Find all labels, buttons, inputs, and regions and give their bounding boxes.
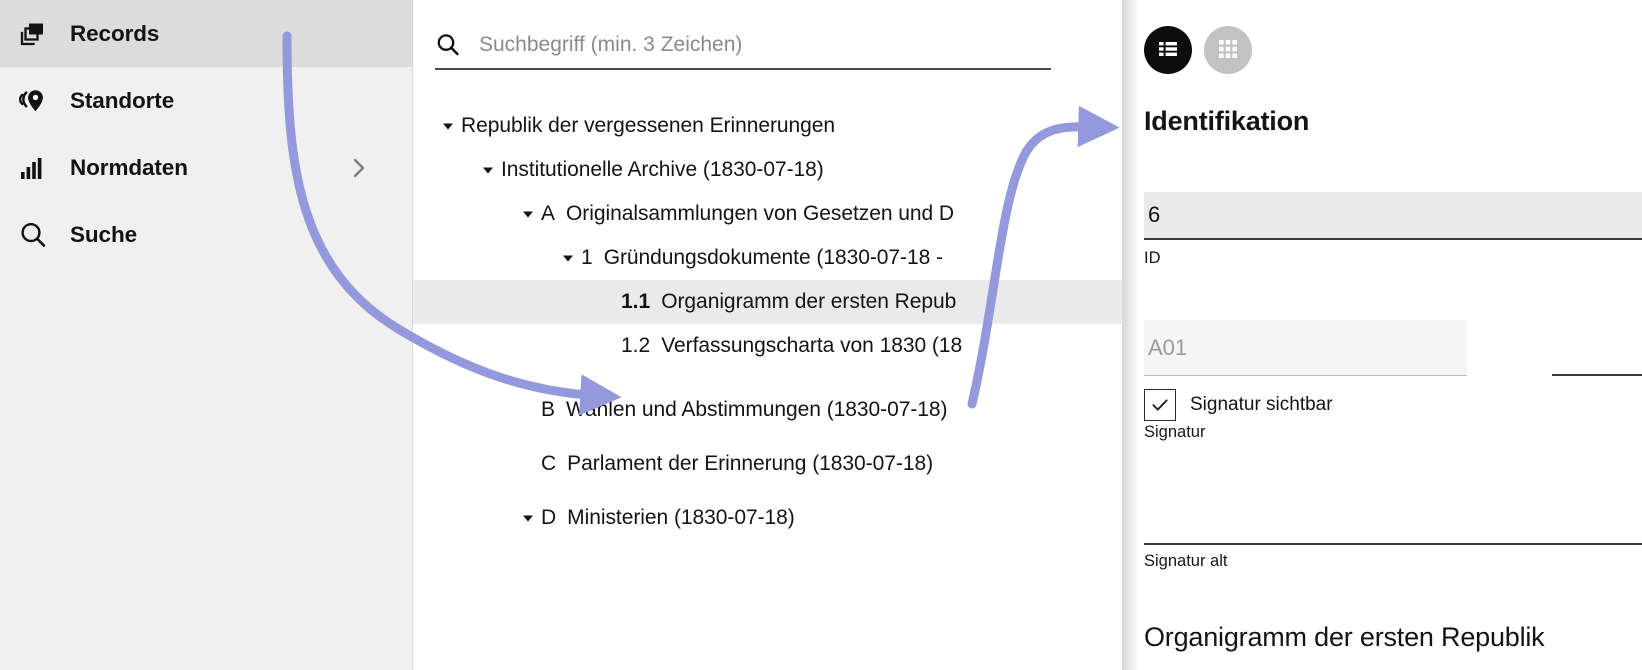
id-input[interactable]	[1144, 202, 1642, 228]
sidebar: Records Standorte Normdaten Suche	[0, 0, 413, 670]
signatur-alt-field-label: Signatur alt	[1144, 552, 1228, 570]
search-icon	[18, 220, 62, 250]
grid-icon	[1217, 38, 1239, 63]
tree-row-label: Wahlen und Abstimmungen (1830-07-18)	[566, 398, 948, 421]
tree-row-ref: 1	[581, 246, 593, 269]
checkbox-label: Signatur sichtbar	[1190, 394, 1333, 415]
record-tree: Republik der vergessenen Erinnerungen In…	[413, 104, 1122, 540]
tree-row[interactable]: Institutionelle Archive (1830-07-18)	[413, 148, 1122, 192]
id-field-label: ID	[1144, 249, 1161, 267]
tree-row-ref: C	[541, 452, 557, 475]
location-icon	[18, 87, 62, 115]
signatur-secondary-field[interactable]	[1552, 320, 1642, 376]
chevron-down-icon[interactable]	[555, 251, 581, 265]
search-icon	[435, 32, 469, 58]
tree-row[interactable]: Republik der vergessenen Erinnerungen	[413, 104, 1122, 148]
sidebar-item-label: Suche	[70, 221, 138, 247]
tree-row-ref: 1.1	[621, 290, 651, 313]
tree-row[interactable]: D Ministerien (1830-07-18)	[413, 496, 1122, 540]
sidebar-item-suche[interactable]: Suche	[0, 201, 412, 268]
view-toggle-group	[1144, 26, 1252, 74]
chevron-down-icon[interactable]	[515, 207, 541, 221]
tree-row-ref: A	[541, 202, 556, 225]
list-icon	[1156, 37, 1180, 64]
tree-row-label: Verfassungscharta von 1830 (18	[661, 334, 963, 357]
chevron-down-icon[interactable]	[475, 163, 501, 177]
tree-row[interactable]: 1.2 Verfassungscharta von 1830 (18	[413, 324, 1122, 368]
tree-row[interactable]: A Originalsammlungen von Gesetzen und D	[413, 192, 1122, 236]
sidebar-item-label: Records	[70, 20, 160, 46]
chevron-down-icon[interactable]	[435, 119, 461, 133]
list-view-button[interactable]	[1144, 26, 1192, 74]
tree-row-selected[interactable]: 1.1 Organigramm der ersten Repub	[413, 280, 1122, 324]
search-bar[interactable]	[435, 22, 1051, 70]
checkbox-checked-icon	[1144, 389, 1176, 421]
tree-row-ref: 1.2	[621, 334, 651, 357]
tree-panel: Republik der vergessenen Erinnerungen In…	[413, 0, 1122, 670]
record-title: Organigramm der ersten Republik	[1144, 622, 1545, 652]
panel-divider-shadow	[1122, 0, 1140, 670]
search-input[interactable]	[469, 25, 1051, 65]
sidebar-item-records[interactable]: Records	[0, 0, 412, 67]
tree-row-label: Organigramm der ersten Repub	[661, 290, 957, 313]
sidebar-item-label: Standorte	[70, 87, 175, 113]
sidebar-item-label: Normdaten	[70, 154, 188, 180]
signatur-field-label: Signatur	[1144, 423, 1206, 441]
tree-row-ref: D	[541, 506, 557, 529]
records-icon	[18, 20, 62, 48]
signatur-field[interactable]	[1144, 320, 1467, 376]
detail-panel: Identifikation ID Signatur sichtbar Sign…	[1122, 0, 1642, 670]
tree-row[interactable]: B Wahlen und Abstimmungen (1830-07-18)	[413, 388, 1122, 432]
identifikation-heading: Identifikation	[1144, 106, 1310, 136]
tree-row-label: Institutionelle Archive (1830-07-18)	[501, 158, 824, 181]
tree-row-label: Ministerien (1830-07-18)	[567, 506, 795, 529]
tree-row[interactable]: 1 Gründungsdokumente (1830-07-18 -	[413, 236, 1122, 280]
chevron-down-icon[interactable]	[515, 511, 541, 525]
grid-view-button[interactable]	[1204, 26, 1252, 74]
bars-icon	[18, 154, 62, 182]
id-field[interactable]	[1144, 192, 1642, 240]
chevron-right-icon[interactable]	[350, 155, 368, 181]
sidebar-item-normdaten[interactable]: Normdaten	[0, 134, 412, 201]
tree-row-ref: B	[541, 398, 556, 421]
tree-row-label: Republik der vergessenen Erinnerungen	[461, 114, 836, 137]
signatur-sichtbar-checkbox[interactable]: Signatur sichtbar	[1144, 389, 1333, 421]
tree-row-label: Parlament der Erinnerung (1830-07-18)	[567, 452, 934, 475]
sidebar-item-standorte[interactable]: Standorte	[0, 67, 412, 134]
app-root: Records Standorte Normdaten Suche Suchbe…	[0, 0, 1642, 670]
tree-row-label: Originalsammlungen von Gesetzen und D	[566, 202, 955, 225]
signatur-input[interactable]	[1144, 334, 1467, 361]
tree-row-label: Gründungsdokumente (1830-07-18 -	[603, 246, 943, 269]
signatur-alt-field[interactable]	[1144, 450, 1642, 545]
detail-panel-content: Identifikation ID Signatur sichtbar Sign…	[1140, 0, 1642, 670]
tree-row[interactable]: C Parlament der Erinnerung (1830-07-18)	[413, 442, 1122, 486]
